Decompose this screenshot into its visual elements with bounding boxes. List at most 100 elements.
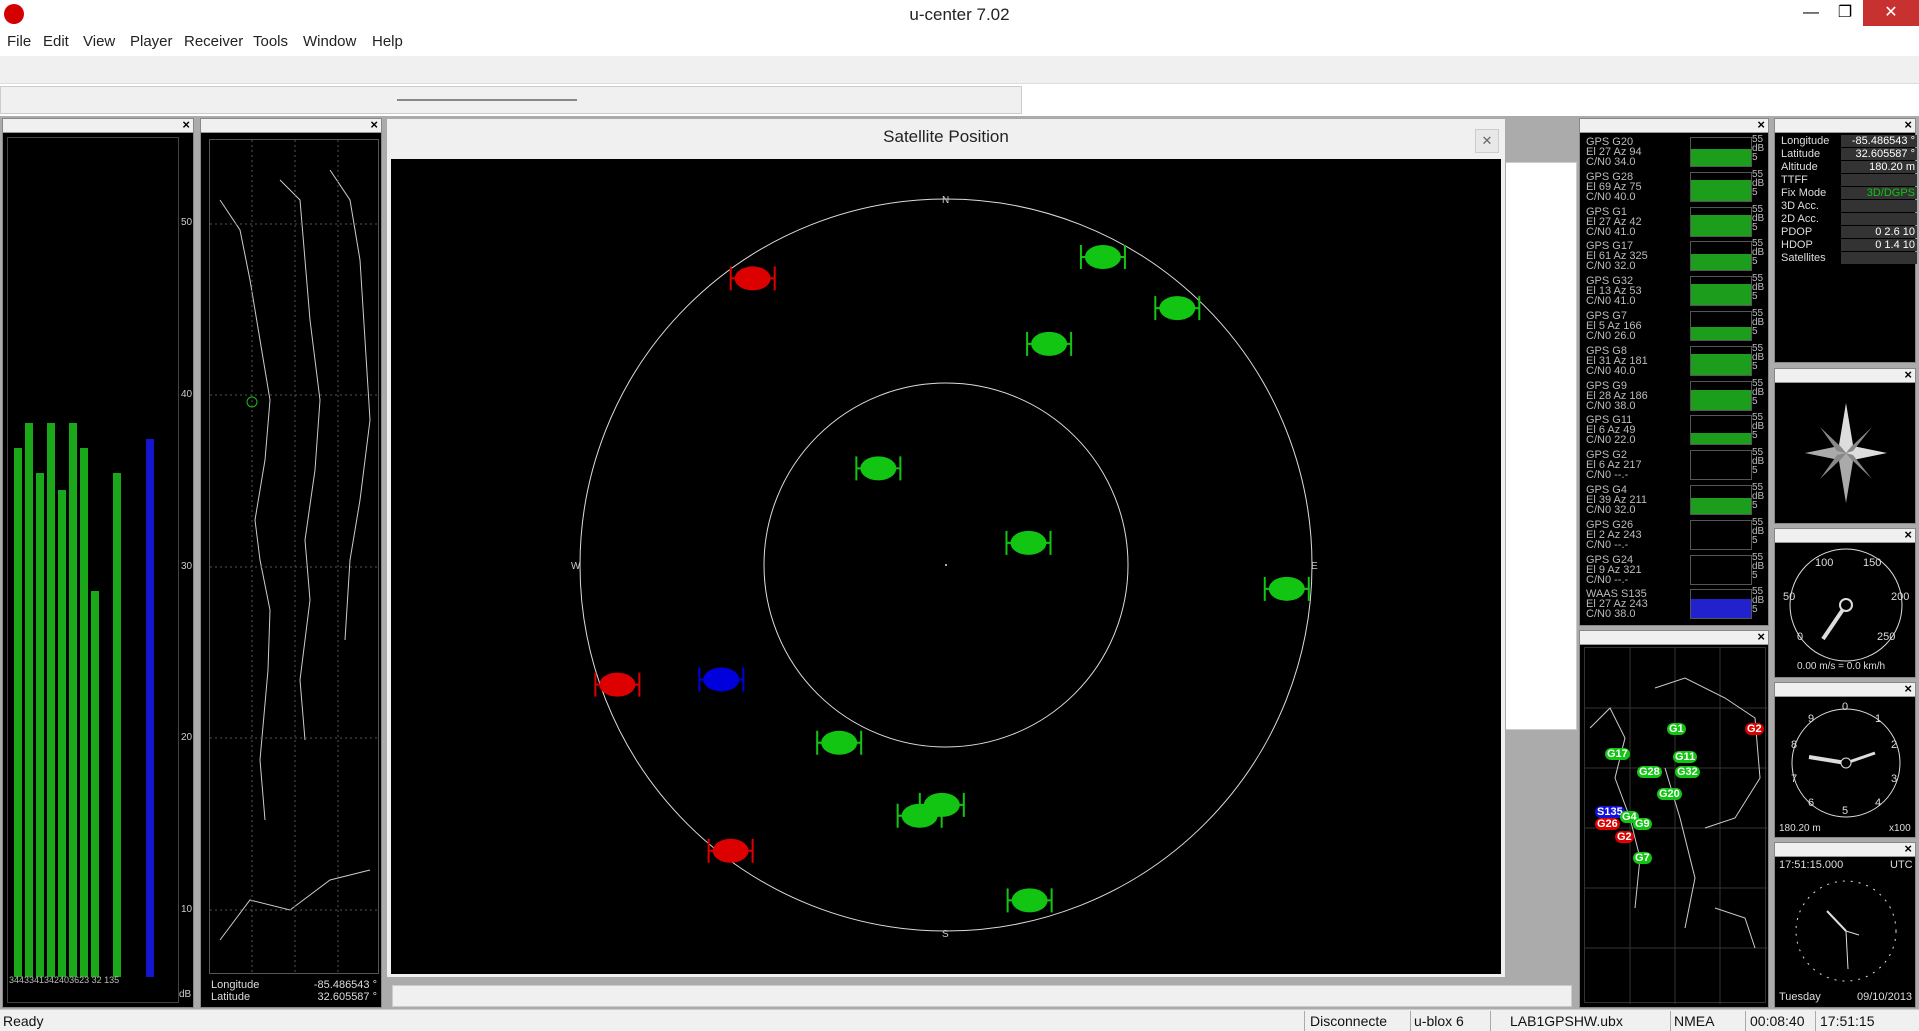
satellite-marker[interactable] xyxy=(729,266,776,291)
data-view: Longitude -85.486543 ° Latitude 32.605587 °… xyxy=(1775,135,1917,363)
panel-close-icon[interactable]: × xyxy=(1904,527,1912,542)
signal-bar xyxy=(91,590,99,977)
altimeter-panel: × 0 1 9 2 8 3 7 4 6 5 180.20 m x100 xyxy=(1774,681,1916,838)
alt-tick: 7 xyxy=(1791,773,1798,785)
data-label: Latitude xyxy=(1781,148,1821,160)
horizontal-scrollbar[interactable] xyxy=(392,985,1572,1007)
sat-info: GPS G32 El 13 Az 53 C/N0 41.0 xyxy=(1586,275,1642,308)
close-button[interactable]: ✕ xyxy=(1863,0,1919,26)
signal-scale: 55 dB 5 xyxy=(1752,238,1765,268)
map-satellite-label[interactable]: G32 xyxy=(1675,766,1700,778)
satellite-marker[interactable] xyxy=(1154,296,1201,321)
status-receiver: u-blox 6 xyxy=(1414,1013,1464,1029)
satellite-marker[interactable] xyxy=(816,730,863,755)
panel-close-icon[interactable]: × xyxy=(1904,841,1912,856)
player-toolbar xyxy=(0,86,1022,114)
satellite-marker[interactable] xyxy=(1026,331,1073,356)
latitude-value: 32.605587 ° xyxy=(317,991,377,1003)
panel-close-icon[interactable]: × xyxy=(1904,681,1912,696)
satellite-map: G1 G17 G11 G28 G32 G20 S135 G4 G26 G9 G2 G7 G2 xyxy=(1584,647,1767,1004)
satellite-marker[interactable] xyxy=(855,456,902,481)
panel-close-icon[interactable]: × xyxy=(1904,367,1912,382)
data-value: -85.486543 ° xyxy=(1841,135,1917,147)
panel-close-icon[interactable]: × xyxy=(1904,117,1912,132)
panel-close-icon[interactable]: × xyxy=(1757,629,1765,644)
menu-tools[interactable]: Tools xyxy=(253,33,288,50)
clock-timezone: UTC xyxy=(1890,859,1913,871)
menu-file[interactable]: File xyxy=(7,33,31,50)
world-track-map xyxy=(209,139,380,975)
menu-player[interactable]: Player xyxy=(130,33,173,50)
data-label: TTFF xyxy=(1781,174,1808,186)
playback-slider[interactable] xyxy=(397,99,577,101)
signal-scale: 55 dB 5 xyxy=(1752,342,1765,372)
signal-list-item: WAAS S135 El 27 Az 243 C/N0 38.0 55 dB 5 xyxy=(1584,587,1764,621)
signal-bar xyxy=(69,422,77,977)
sat-info: GPS G7 El 5 Az 166 C/N0 26.0 xyxy=(1586,310,1642,342)
compass-panel: × xyxy=(1774,367,1916,524)
speed-gauge-panel: × 100 150 50 200 0 250 0.00 m/s = 0.0 km… xyxy=(1774,527,1916,678)
map-satellite-label[interactable]: G20 xyxy=(1657,788,1682,800)
sky-plot: N S E W xyxy=(391,159,1501,974)
signal-list-item: GPS G9 El 28 Az 186 C/N0 38.0 55 dB 5 xyxy=(1584,378,1764,413)
map-satellite-label[interactable]: G2 xyxy=(1745,723,1764,735)
signal-scale: 55 dB 5 xyxy=(1752,308,1765,337)
satellite-marker[interactable] xyxy=(1263,576,1310,601)
status-connection[interactable]: Disconnecte xyxy=(1310,1013,1387,1029)
panel-close-icon[interactable]: × xyxy=(182,117,190,132)
satellite-marker[interactable] xyxy=(698,667,745,692)
speed-tick: 200 xyxy=(1891,591,1910,603)
signal-bars xyxy=(7,137,179,1003)
status-logfile[interactable]: LAB1GPSHW.ubx xyxy=(1510,1013,1623,1029)
menu-edit[interactable]: Edit xyxy=(43,33,69,50)
menu-view[interactable]: View xyxy=(83,33,115,50)
alt-tick: 1 xyxy=(1875,713,1882,725)
map-satellite-label[interactable]: G28 xyxy=(1637,766,1662,778)
data-label: Fix Mode xyxy=(1781,187,1827,199)
signal-meter xyxy=(1690,450,1752,481)
panel-close-icon[interactable]: × xyxy=(370,117,378,132)
status-time: 17:51:15 xyxy=(1820,1013,1875,1029)
map-satellite-label[interactable]: G9 xyxy=(1633,818,1652,830)
signal-scale: 55 dB 5 xyxy=(1752,134,1765,163)
clock-day: Tuesday xyxy=(1779,991,1821,1003)
satellite-window-title: Satellite Position xyxy=(883,127,1009,146)
data-label: Altitude xyxy=(1781,161,1818,173)
restore-button[interactable]: ❐ xyxy=(1828,0,1862,26)
map-satellite-label[interactable]: G11 xyxy=(1673,751,1698,763)
latitude-label: Latitude xyxy=(211,991,251,1003)
window-title: u-center 7.02 xyxy=(909,5,1010,24)
signal-bar xyxy=(47,422,55,977)
signal-list-item: GPS G4 El 39 Az 211 C/N0 32.0 55 dB 5 xyxy=(1584,483,1764,517)
status-bar: Ready Disconnecte u-blox 6 LAB1GPSHW.ubx… xyxy=(0,1009,1919,1031)
minimize-button[interactable]: — xyxy=(1794,0,1828,26)
signal-list-item: GPS G11 El 6 Az 49 C/N0 22.0 55 dB 5 xyxy=(1584,413,1764,447)
speed-tick: 250 xyxy=(1877,631,1896,643)
map-satellite-label[interactable]: G1 xyxy=(1667,723,1686,735)
sat-info: GPS G4 El 39 Az 211 C/N0 32.0 xyxy=(1586,484,1647,516)
data-value xyxy=(1841,252,1917,264)
satellite-marker[interactable] xyxy=(1005,530,1052,555)
signal-list-item: GPS G8 El 31 Az 181 C/N0 40.0 55 dB 5 xyxy=(1584,342,1765,378)
satellite-marker[interactable] xyxy=(594,672,641,697)
map-satellite-label[interactable]: G17 xyxy=(1605,748,1630,760)
panel-close-icon[interactable]: × xyxy=(1757,117,1765,132)
satellite-window-close-button[interactable]: ✕ xyxy=(1475,129,1499,153)
status-protocol: NMEA xyxy=(1674,1013,1715,1029)
satellite-marker[interactable] xyxy=(707,838,754,863)
map-satellite-label[interactable]: G2 xyxy=(1615,831,1634,843)
signal-list-item: GPS G17 El 61 Az 325 C/N0 32.0 55 dB 5 xyxy=(1584,239,1764,273)
signal-list-item: GPS G7 El 5 Az 166 C/N0 26.0 55 dB 5 xyxy=(1584,309,1764,343)
menu-help[interactable]: Help xyxy=(372,33,403,50)
menu-window[interactable]: Window xyxy=(303,33,356,50)
satellite-marker[interactable] xyxy=(1006,888,1053,913)
alt-tick: 4 xyxy=(1875,797,1882,809)
menu-receiver[interactable]: Receiver xyxy=(184,33,243,50)
analog-clock xyxy=(1795,880,1897,982)
speed-tick: 150 xyxy=(1863,557,1882,569)
longitude-value: -85.486543 ° xyxy=(313,979,377,991)
alt-tick: 3 xyxy=(1891,773,1898,785)
satellite-marker[interactable] xyxy=(1079,245,1126,270)
map-satellite-label[interactable]: G7 xyxy=(1633,852,1652,864)
map-satellite-label[interactable]: G26 xyxy=(1595,818,1620,830)
